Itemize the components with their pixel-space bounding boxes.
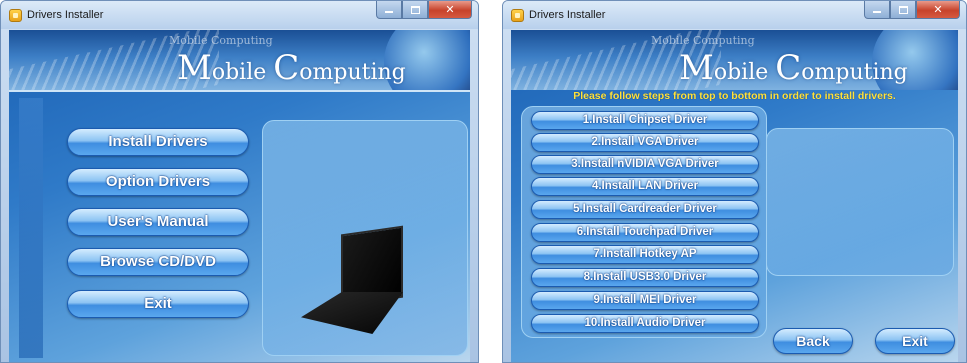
close-button[interactable]: ✕ xyxy=(428,1,472,19)
close-icon: ✕ xyxy=(445,3,455,16)
users-manual-button[interactable]: User's Manual xyxy=(67,208,249,236)
maximize-icon xyxy=(410,5,420,14)
exit-button[interactable]: Exit xyxy=(875,328,955,354)
maximize-button[interactable] xyxy=(890,1,916,19)
install-hotkey-ap-button[interactable]: 7.Install Hotkey AP xyxy=(531,245,759,264)
status-panel xyxy=(766,128,954,276)
banner-title: Mobile Computing xyxy=(679,48,908,88)
install-vga-driver-button[interactable]: 2.Install VGA Driver xyxy=(531,133,759,152)
app-icon xyxy=(9,9,22,22)
client-area: Mobile Computing Mobile Computing Instal… xyxy=(9,30,470,362)
title-bar[interactable]: Drivers Installer ✕ xyxy=(503,1,966,29)
window-title: Drivers Installer xyxy=(27,9,104,21)
maximize-icon xyxy=(898,5,908,14)
exit-button[interactable]: Exit xyxy=(67,290,249,318)
install-usb3-driver-button[interactable]: 8.Install USB3.0 Driver xyxy=(531,268,759,287)
banner-title: Mobile Computing xyxy=(177,48,406,88)
minimize-icon xyxy=(385,11,393,13)
mobile-computing-banner: Mobile Computing Mobile Computing xyxy=(9,30,470,90)
sidebar-decoration xyxy=(19,98,43,358)
title-bar[interactable]: Drivers Installer ✕ xyxy=(1,1,478,29)
drivers-installer-window-install: Drivers Installer ✕ Mobile Computing Mob… xyxy=(502,0,967,363)
close-button[interactable]: ✕ xyxy=(916,1,960,19)
install-lan-driver-button[interactable]: 4.Install LAN Driver xyxy=(531,177,759,196)
install-cardreader-driver-button[interactable]: 5.Install Cardreader Driver xyxy=(531,200,759,219)
window-title: Drivers Installer xyxy=(529,9,606,21)
client-area: Mobile Computing Mobile Computing Please… xyxy=(511,30,958,362)
install-nvidia-vga-driver-button[interactable]: 3.Install nVIDIA VGA Driver xyxy=(531,155,759,174)
install-drivers-button[interactable]: Install Drivers xyxy=(67,128,249,156)
maximize-button[interactable] xyxy=(402,1,428,19)
minimize-button[interactable] xyxy=(376,1,402,19)
app-icon xyxy=(511,9,524,22)
mobile-computing-banner: Mobile Computing Mobile Computing xyxy=(511,30,958,90)
minimize-button[interactable] xyxy=(864,1,890,19)
drivers-installer-window-main: Drivers Installer ✕ Mobile Computing Mob… xyxy=(0,0,479,363)
install-chipset-driver-button[interactable]: 1.Install Chipset Driver xyxy=(531,111,759,130)
banner-watermark: Mobile Computing xyxy=(651,34,755,47)
install-touchpad-driver-button[interactable]: 6.Install Touchpad Driver xyxy=(531,223,759,242)
browse-cd-dvd-button[interactable]: Browse CD/DVD xyxy=(67,248,249,276)
laptop-icon xyxy=(301,225,403,340)
option-drivers-button[interactable]: Option Drivers xyxy=(67,168,249,196)
instruction-text: Please follow steps from top to bottom i… xyxy=(573,90,896,102)
minimize-icon xyxy=(873,11,881,13)
banner-divider xyxy=(9,90,470,92)
banner-watermark: Mobile Computing xyxy=(169,34,273,47)
install-audio-driver-button[interactable]: 10.Install Audio Driver xyxy=(531,314,759,333)
back-button[interactable]: Back xyxy=(773,328,853,354)
close-icon: ✕ xyxy=(933,3,943,16)
install-mei-driver-button[interactable]: 9.Install MEI Driver xyxy=(531,291,759,310)
